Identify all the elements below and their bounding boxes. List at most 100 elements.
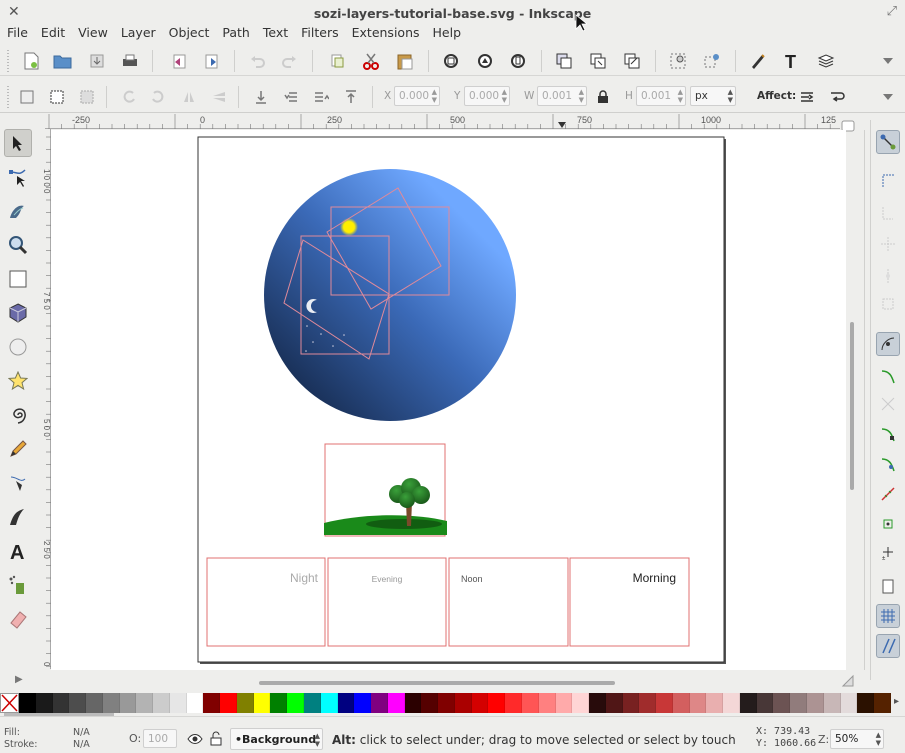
color-swatch[interactable] bbox=[790, 693, 807, 713]
undo-button[interactable] bbox=[246, 50, 268, 72]
snap-cusp-nodes-toggle[interactable] bbox=[876, 422, 900, 446]
clone-button[interactable] bbox=[587, 50, 609, 72]
menu-view[interactable]: View bbox=[71, 22, 114, 40]
color-swatch[interactable] bbox=[739, 693, 757, 713]
color-swatch[interactable] bbox=[86, 693, 103, 713]
star-tool[interactable] bbox=[4, 367, 32, 395]
color-swatch[interactable] bbox=[773, 693, 791, 713]
color-swatch[interactable] bbox=[236, 693, 254, 713]
lock-proportions-button[interactable] bbox=[592, 86, 614, 108]
color-swatch[interactable] bbox=[52, 693, 70, 713]
stroke-value[interactable]: N/A bbox=[73, 739, 90, 750]
color-swatch[interactable] bbox=[706, 693, 724, 713]
color-swatch[interactable] bbox=[555, 693, 573, 713]
menu-help[interactable]: Help bbox=[426, 22, 468, 40]
color-swatch[interactable] bbox=[19, 693, 36, 713]
unit-spinner[interactable]: ▲ ▼ bbox=[728, 88, 733, 104]
menu-path[interactable]: Path bbox=[215, 22, 255, 40]
sun-shape[interactable] bbox=[340, 218, 358, 236]
text-font-button[interactable]: T bbox=[781, 50, 803, 72]
color-swatch[interactable] bbox=[287, 693, 305, 713]
snap-bbox-edges-toggle[interactable] bbox=[876, 200, 900, 224]
tweak-tool[interactable] bbox=[4, 197, 32, 225]
layer-visibility-toggle[interactable] bbox=[187, 731, 203, 747]
color-swatch[interactable] bbox=[220, 693, 237, 713]
color-swatch[interactable] bbox=[488, 693, 506, 713]
color-swatch[interactable] bbox=[136, 693, 154, 713]
color-swatch[interactable] bbox=[521, 693, 539, 713]
vertical-scrollbar[interactable] bbox=[846, 130, 858, 670]
color-swatch[interactable] bbox=[253, 693, 271, 713]
color-swatch[interactable] bbox=[203, 693, 221, 713]
unlink-clone-button[interactable] bbox=[621, 50, 643, 72]
raise-to-top-button[interactable] bbox=[340, 86, 362, 108]
color-swatch[interactable] bbox=[387, 693, 405, 713]
menu-object[interactable]: Object bbox=[162, 22, 216, 40]
layers-button[interactable] bbox=[815, 50, 837, 72]
toggle-panel-arrow-icon[interactable]: ▶ bbox=[15, 674, 23, 685]
color-swatch[interactable] bbox=[672, 693, 690, 713]
current-layer-select[interactable]: •Background ▲ ▼ bbox=[230, 728, 323, 750]
group-button[interactable] bbox=[667, 50, 689, 72]
w-spinner[interactable]: ▲ ▼ bbox=[579, 88, 584, 104]
snap-page-border-toggle[interactable] bbox=[876, 574, 900, 598]
snap-midpoints-line-toggle[interactable] bbox=[876, 482, 900, 506]
color-swatch[interactable] bbox=[823, 693, 841, 713]
layer-select-arrow[interactable]: ▲ ▼ bbox=[315, 732, 320, 748]
zoom-field[interactable]: 50% ▲ ▼ bbox=[830, 729, 884, 749]
color-swatch[interactable] bbox=[270, 693, 288, 713]
snap-bbox-toggle[interactable] bbox=[876, 168, 900, 192]
toolbar-grip[interactable] bbox=[7, 86, 9, 108]
save-button[interactable] bbox=[86, 50, 108, 72]
y-field[interactable]: 0.000 ▲ ▼ bbox=[464, 86, 510, 106]
color-swatch[interactable] bbox=[723, 693, 740, 713]
color-swatch[interactable] bbox=[756, 693, 774, 713]
color-swatch[interactable] bbox=[806, 693, 824, 713]
snap-guides-toggle[interactable] bbox=[876, 634, 900, 658]
rotate-cw-button[interactable] bbox=[147, 86, 169, 108]
pencil-tool[interactable] bbox=[4, 435, 32, 463]
ungroup-button[interactable] bbox=[701, 50, 723, 72]
color-swatch[interactable] bbox=[354, 693, 372, 713]
horizontal-scrollbar[interactable]: ▶ bbox=[15, 672, 854, 692]
print-button[interactable] bbox=[119, 50, 141, 72]
color-swatch[interactable] bbox=[840, 693, 858, 713]
calligraphy-tool[interactable] bbox=[4, 503, 32, 531]
export-button[interactable] bbox=[201, 50, 223, 72]
raise-button[interactable] bbox=[310, 86, 332, 108]
y-spinner[interactable]: ▲ ▼ bbox=[502, 88, 507, 104]
snap-smooth-nodes-toggle[interactable] bbox=[876, 452, 900, 476]
x-spinner[interactable]: ▲ ▼ bbox=[432, 88, 437, 104]
snap-bbox-centers-toggle[interactable] bbox=[876, 292, 900, 316]
snap-grid-toggle[interactable] bbox=[876, 604, 900, 628]
h-field[interactable]: 0.001 ▲ ▼ bbox=[636, 86, 686, 106]
copy-button[interactable] bbox=[326, 50, 348, 72]
lower-to-bottom-button[interactable] bbox=[250, 86, 272, 108]
unit-select[interactable]: px ▲ ▼ bbox=[690, 86, 736, 106]
zoom-spinner[interactable]: ▲ ▼ bbox=[876, 731, 881, 747]
horizontal-scroll-thumb[interactable] bbox=[259, 681, 615, 685]
color-swatch[interactable] bbox=[371, 693, 388, 713]
select-all-button[interactable] bbox=[16, 86, 38, 108]
color-swatch[interactable] bbox=[153, 693, 170, 713]
x-field[interactable]: 0.000 ▲ ▼ bbox=[394, 86, 440, 106]
node-tool[interactable] bbox=[4, 163, 32, 191]
pen-tool[interactable] bbox=[4, 469, 32, 497]
color-swatch[interactable] bbox=[572, 693, 590, 713]
snap-rotation-centers-toggle[interactable]: ± bbox=[876, 540, 900, 564]
scale-stroke-toggle[interactable] bbox=[796, 86, 818, 108]
vertical-scroll-thumb[interactable] bbox=[850, 322, 854, 490]
no-paint-swatch[interactable] bbox=[0, 693, 19, 713]
snap-intersections-toggle[interactable] bbox=[876, 392, 900, 416]
menu-filters[interactable]: Filters bbox=[294, 22, 344, 40]
color-swatch[interactable] bbox=[454, 693, 472, 713]
snap-object-midpoints-toggle[interactable] bbox=[876, 512, 900, 536]
menu-edit[interactable]: Edit bbox=[34, 22, 71, 40]
selector-tool[interactable] bbox=[4, 129, 32, 157]
color-swatch[interactable] bbox=[874, 693, 891, 713]
color-swatch[interactable] bbox=[538, 693, 556, 713]
spiral-tool[interactable] bbox=[4, 401, 32, 429]
toolbar-overflow-button[interactable] bbox=[877, 50, 899, 72]
menu-text[interactable]: Text bbox=[256, 22, 294, 40]
open-button[interactable] bbox=[52, 50, 74, 72]
